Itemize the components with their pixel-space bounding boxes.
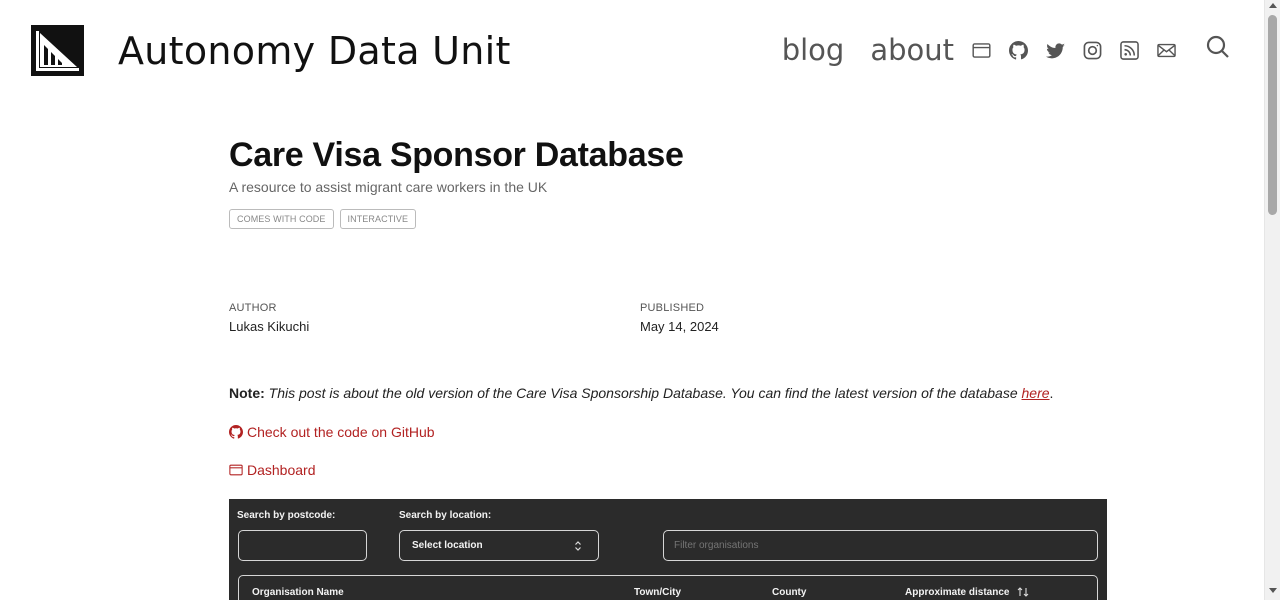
rss-icon[interactable]	[1120, 40, 1139, 60]
github-code-link[interactable]: Check out the code on GitHub	[229, 424, 435, 440]
github-icon	[229, 425, 243, 439]
column-organisation-name[interactable]: Organisation Name	[252, 587, 344, 598]
twitter-icon[interactable]	[1046, 41, 1065, 60]
sort-icon[interactable]	[1017, 587, 1029, 597]
results-table-header: Organisation Name Town/City County Appro…	[238, 575, 1098, 600]
note-text: This post is about the old version of th…	[268, 385, 1018, 401]
tag-comes-with-code[interactable]: COMES WITH CODE	[229, 209, 334, 229]
window-icon[interactable]	[972, 41, 991, 60]
nav-about[interactable]: about	[870, 33, 954, 67]
search-icon[interactable]	[1206, 35, 1230, 59]
dashboard-link-label[interactable]: Dashboard	[247, 462, 316, 478]
instagram-icon[interactable]	[1083, 41, 1102, 60]
scroll-down-arrow-icon[interactable]	[1269, 588, 1277, 593]
site-title[interactable]: Autonomy Data Unit	[118, 29, 511, 73]
location-select-value: Select location	[412, 540, 483, 551]
main-nav: blog about	[782, 33, 1230, 67]
column-town-city[interactable]: Town/City	[634, 587, 681, 598]
location-select[interactable]: Select location	[399, 530, 599, 561]
scroll-up-arrow-icon[interactable]	[1269, 3, 1277, 8]
author-name: Lukas Kikuchi	[229, 319, 310, 334]
column-approximate-distance-label: Approximate distance	[905, 587, 1010, 598]
postcode-label: Search by postcode:	[237, 510, 336, 521]
note-here-link[interactable]: here	[1022, 385, 1050, 401]
site-logo[interactable]	[31, 25, 84, 76]
page-scrollbar[interactable]	[1264, 0, 1280, 600]
postcode-input[interactable]	[238, 530, 367, 561]
published-label: PUBLISHED	[640, 302, 705, 314]
tag-interactive[interactable]: INTERACTIVE	[339, 209, 417, 229]
site-header: Autonomy Data Unit blog about	[0, 0, 1264, 104]
filter-organisations-input[interactable]	[663, 530, 1098, 561]
nav-blog[interactable]: blog	[782, 33, 845, 67]
github-link-label[interactable]: Check out the code on GitHub	[247, 424, 435, 440]
page-subtitle: A resource to assist migrant care worker…	[229, 179, 548, 195]
note-paragraph: Note: This post is about the old version…	[229, 385, 1053, 401]
select-arrows-icon	[575, 541, 581, 551]
tag-list: COMES WITH CODE INTERACTIVE	[229, 209, 422, 229]
location-label: Search by location:	[399, 510, 492, 521]
published-block: PUBLISHED May 14, 2024	[640, 302, 719, 334]
embedded-dashboard: Search by postcode: Search by location: …	[229, 499, 1107, 600]
author-block: AUTHOR Lukas Kikuchi	[229, 302, 309, 334]
published-date: May 14, 2024	[640, 319, 719, 334]
github-icon[interactable]	[1009, 40, 1028, 60]
column-approximate-distance[interactable]: Approximate distance	[905, 587, 1029, 598]
author-label: AUTHOR	[229, 302, 277, 314]
window-icon	[229, 464, 243, 476]
page-title: Care Visa Sponsor Database	[229, 136, 684, 174]
dashboard-link[interactable]: Dashboard	[229, 462, 316, 478]
note-end: .	[1049, 385, 1054, 401]
note-label: Note:	[229, 385, 265, 401]
column-county[interactable]: County	[772, 587, 806, 598]
mail-icon[interactable]	[1157, 41, 1176, 60]
scroll-thumb[interactable]	[1268, 15, 1277, 215]
